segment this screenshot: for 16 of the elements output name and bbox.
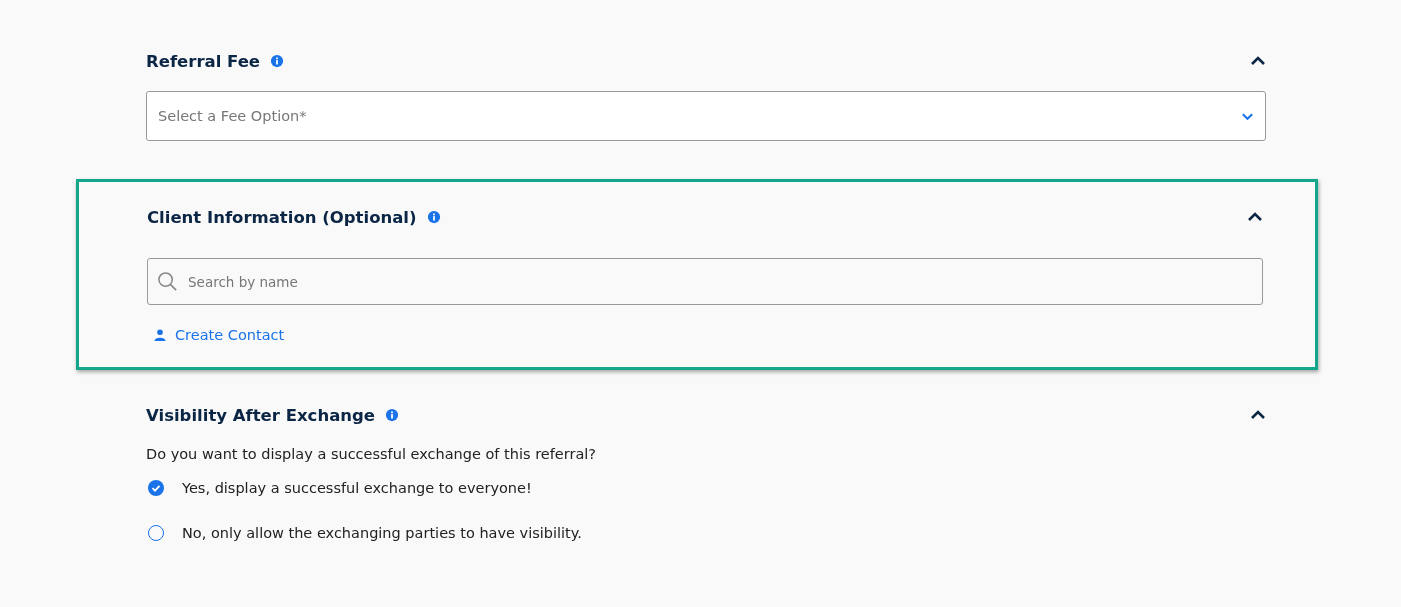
create-contact-link[interactable]: Create Contact — [154, 327, 285, 343]
option-label: No, only allow the exchanging parties to have visibility. — [182, 525, 582, 541]
section-title: Client Information (Optional) — [147, 207, 417, 227]
section-title: Referral Fee — [146, 51, 261, 71]
section-title: Visibility After Exchange — [146, 405, 375, 425]
fee-option-dropdown[interactable]: Select a Fee Option* — [146, 91, 1266, 141]
info-icon[interactable] — [426, 210, 441, 224]
search-icon — [157, 271, 178, 292]
info-icon[interactable] — [270, 54, 285, 68]
question-text: Do you want to display a successful exchange of this referral? — [146, 446, 598, 462]
radio-button[interactable] — [148, 480, 164, 496]
option-label: Yes, display a successful exchange to everyone! — [182, 480, 532, 496]
info-icon[interactable] — [385, 408, 399, 422]
caret-icon — [1241, 111, 1254, 121]
search-field[interactable]: Search by name — [147, 258, 1263, 305]
person-icon — [154, 329, 166, 341]
